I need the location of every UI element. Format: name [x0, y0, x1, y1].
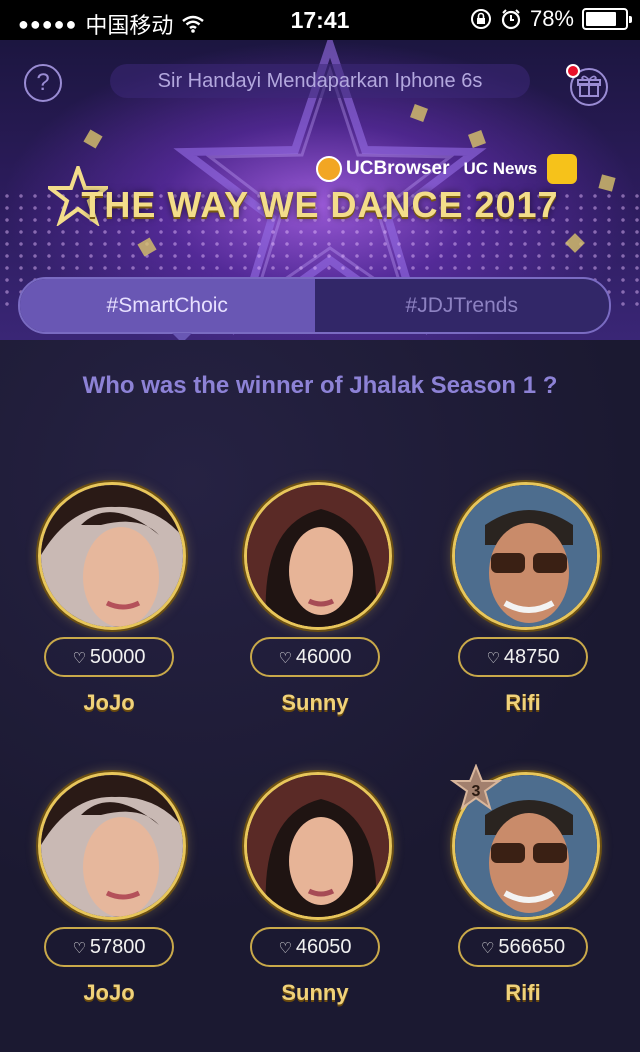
battery-icon: [582, 8, 632, 30]
notification-dot: [566, 64, 580, 78]
battery-percent: 78%: [529, 6, 574, 31]
vote-button[interactable]: ♡ 46000: [250, 637, 380, 677]
tab-smartchoice[interactable]: #SmartChoic: [20, 279, 315, 332]
contestant-card[interactable]: ♡ 46000 Sunny: [240, 482, 400, 742]
contestant-avatar[interactable]: [452, 482, 600, 630]
tab-jdjtrends[interactable]: #JDJTrends: [315, 279, 610, 332]
vote-count: 566650: [498, 936, 566, 958]
battery-level: [586, 12, 616, 26]
alarm-icon: [501, 9, 521, 30]
uc-news-logo-icon: [547, 154, 578, 184]
heart-icon: ♡: [72, 650, 86, 667]
contestant-avatar[interactable]: [244, 482, 392, 630]
vote-button[interactable]: ♡ 566650: [458, 927, 588, 967]
contestant-name: JoJo: [83, 690, 135, 715]
heart-icon: ♡: [278, 650, 292, 667]
vote-count: 50000: [89, 646, 146, 668]
contestant-name: Sunny: [281, 690, 349, 715]
contestant-avatar[interactable]: [244, 772, 392, 920]
heart-icon: ♡: [72, 940, 86, 957]
heart-icon: ♡: [278, 940, 292, 957]
rank-star-icon: 3: [450, 764, 502, 811]
rotation-lock-icon: [470, 9, 491, 29]
heart-icon: ♡: [480, 940, 495, 957]
contestant-card[interactable]: 3 ♡ 566650 Rifi: [448, 764, 608, 1032]
news-ticker[interactable]: Sir Handayi Mendaparkan Iphone 6s: [110, 64, 530, 98]
uc-news-label: UC News: [463, 159, 538, 178]
vote-count: 57800: [89, 936, 146, 958]
vote-button[interactable]: ♡ 57800: [44, 927, 174, 967]
event-title: THE WAY WE DANCE 2017: [81, 184, 559, 225]
vote-button[interactable]: ♡ 46050: [250, 927, 380, 967]
vote-count: 46050: [295, 936, 352, 958]
contestant-card[interactable]: ♡ 57800 JoJo: [34, 772, 194, 1032]
sponsor-brand: UCBrowser UC News: [316, 154, 578, 184]
poll-question: Who was the winner of Jhalak Season 1 ?: [82, 372, 558, 399]
contestant-card[interactable]: ♡ 48750 Rifi: [448, 482, 608, 742]
uc-browser-label: UCBrowser: [346, 158, 450, 179]
contestant-name: Sunny: [281, 980, 349, 1005]
heart-icon: ♡: [486, 650, 500, 667]
contestant-name: Rifi: [505, 690, 541, 715]
contestant-avatar[interactable]: [38, 772, 186, 920]
tab-bar: #SmartChoic #JDJTrends: [18, 277, 611, 334]
contestant-name: JoJo: [83, 980, 135, 1005]
status-bar: ●●●●● 中国移动 17:41 78%: [0, 0, 640, 40]
contestant-name: Rifi: [505, 980, 541, 1005]
uc-browser-logo-icon: [316, 156, 342, 182]
contestant-card[interactable]: ♡ 50000 JoJo: [34, 482, 194, 742]
vote-count: 46000: [295, 646, 352, 668]
contestant-card[interactable]: ♡ 46050 Sunny: [240, 772, 400, 1032]
help-button[interactable]: ?: [24, 64, 62, 102]
vote-count: 48750: [503, 646, 560, 668]
contestant-avatar[interactable]: [38, 482, 186, 630]
vote-button[interactable]: ♡ 50000: [44, 637, 174, 677]
vote-button[interactable]: ♡ 48750: [458, 637, 588, 677]
rank-number: 3: [472, 783, 481, 800]
